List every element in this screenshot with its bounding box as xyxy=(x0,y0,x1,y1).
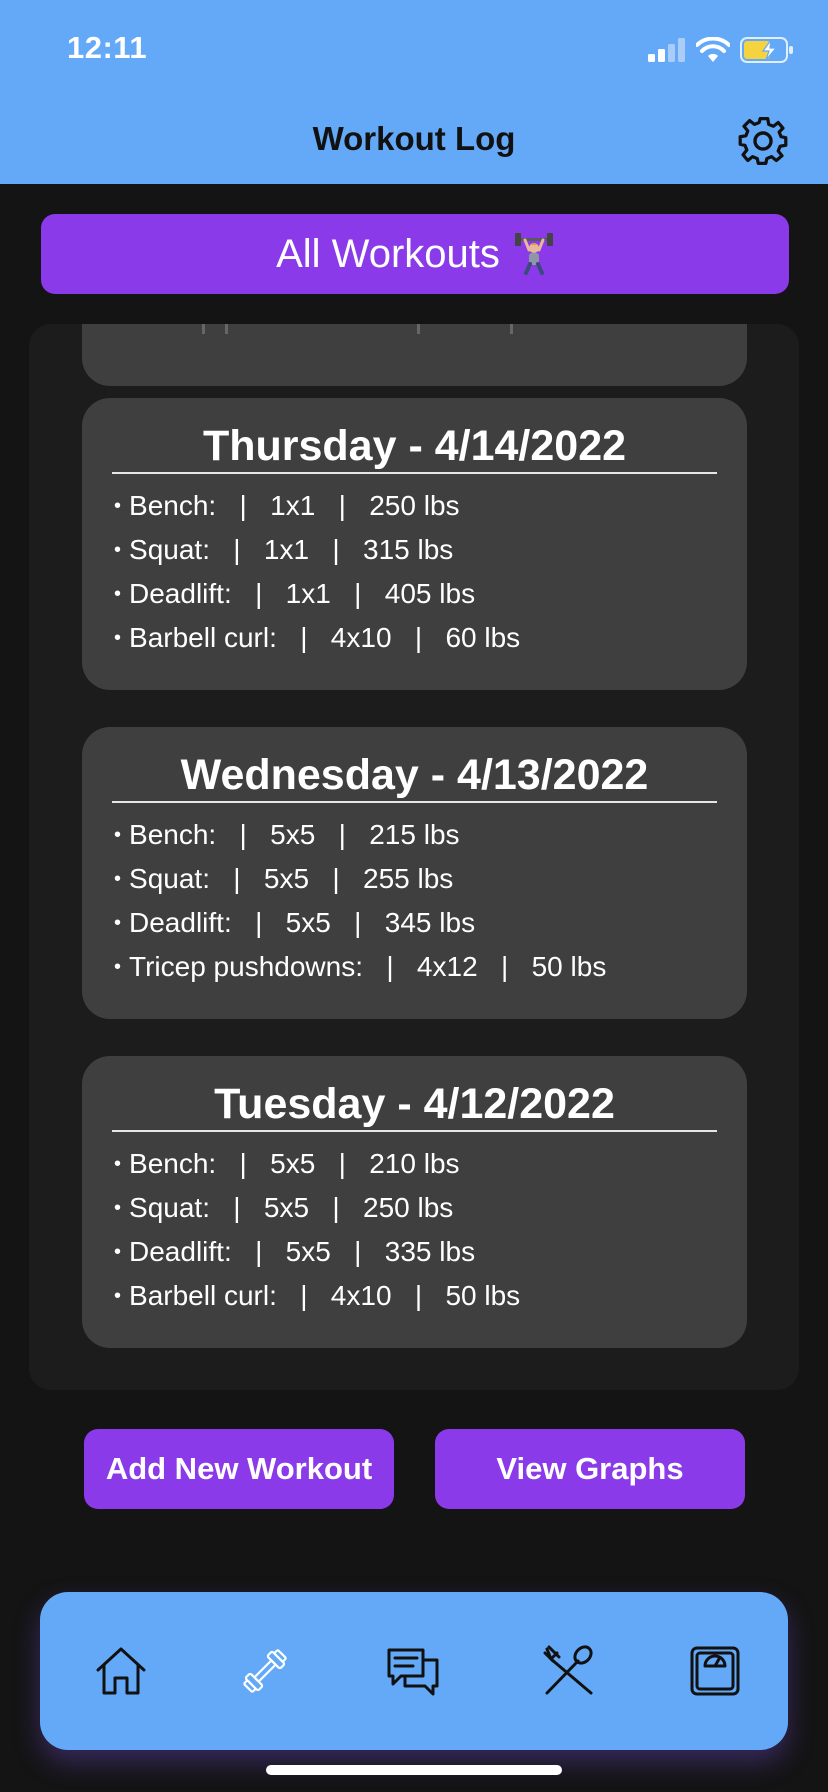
workout-log-screen: 12:11 Workout Log All Workouts Thursday … xyxy=(0,0,828,1792)
status-icons xyxy=(648,34,794,66)
date-divider xyxy=(112,1130,717,1132)
bullet: • xyxy=(114,912,122,934)
bullet: • xyxy=(114,868,122,890)
exercise-text: Tricep pushdowns: | 4x12 | 50 lbs xyxy=(129,951,607,982)
bullet: • xyxy=(114,1153,122,1175)
exercise-text: Bench: | 1x1 | 250 lbs xyxy=(129,490,460,521)
workout-card[interactable]: Wednesday - 4/13/2022 • Bench: | 5x5 | 21… xyxy=(82,727,747,1019)
exercise-item: • Barbell curl: | 4x10 | 50 lbs xyxy=(114,1274,520,1318)
home-indicator[interactable] xyxy=(266,1765,562,1775)
workout-card[interactable]: Thursday - 4/14/2022 • Bench: | 1x1 | 250… xyxy=(82,398,747,690)
bullet: • xyxy=(114,583,122,605)
exercise-item: • Squat: | 5x5 | 250 lbs xyxy=(114,1186,520,1230)
battery-icon xyxy=(740,37,793,63)
nav-nutrition[interactable] xyxy=(534,1636,604,1706)
nav-weight[interactable] xyxy=(680,1636,750,1706)
workout-card-partial xyxy=(82,324,747,386)
exercise-text: Barbell curl: | 4x10 | 60 lbs xyxy=(129,622,521,653)
page-title: Workout Log xyxy=(312,120,516,157)
bullet: • xyxy=(114,956,122,978)
weightlifter-icon xyxy=(514,233,553,275)
bullet: • xyxy=(114,627,122,649)
bottom-nav xyxy=(40,1592,788,1750)
exercise-item: • Bench: | 1x1 | 250 lbs xyxy=(114,484,520,528)
exercise-item: • Barbell curl: | 4x10 | 60 lbs xyxy=(114,616,520,660)
exercise-item: • Deadlift: | 1x1 | 405 lbs xyxy=(114,572,520,616)
bullet: • xyxy=(114,495,122,517)
workout-list[interactable]: Thursday - 4/14/2022 • Bench: | 1x1 | 250… xyxy=(29,324,799,1390)
workout-date: Thursday - 4/14/2022 xyxy=(202,422,627,470)
bullet: • xyxy=(114,1197,122,1219)
date-divider xyxy=(112,472,717,474)
signal-icon xyxy=(648,38,685,62)
exercise-text: Squat: | 1x1 | 315 lbs xyxy=(129,534,454,565)
exercise-text: Bench: | 5x5 | 210 lbs xyxy=(129,1148,460,1179)
exercise-item: • Deadlift: | 5x5 | 335 lbs xyxy=(114,1230,520,1274)
bullet: • xyxy=(114,1285,122,1307)
exercise-text: Deadlift: | 1x1 | 405 lbs xyxy=(129,578,476,609)
exercise-item: • Bench: | 5x5 | 210 lbs xyxy=(114,1142,520,1186)
exercise-text: Bench: | 5x5 | 215 lbs xyxy=(129,819,460,850)
exercise-item: • Deadlift: | 5x5 | 345 lbs xyxy=(114,901,606,945)
exercise-list: • Bench: | 5x5 | 215 lbs • Squat: | 5x5 | … xyxy=(114,813,606,989)
bullet: • xyxy=(114,824,122,846)
wifi-icon xyxy=(696,37,730,62)
exercise-text: Deadlift: | 5x5 | 345 lbs xyxy=(129,907,476,938)
partial-card-content xyxy=(82,324,747,338)
exercise-list: • Bench: | 5x5 | 210 lbs • Squat: | 5x5 | … xyxy=(114,1142,520,1318)
add-new-workout-button[interactable]: Add New Workout xyxy=(84,1429,394,1509)
all-workouts-banner: All Workouts xyxy=(41,214,789,294)
chat-icon xyxy=(387,1648,439,1696)
exercise-item: • Squat: | 5x5 | 255 lbs xyxy=(114,857,606,901)
nav-home[interactable] xyxy=(86,1636,156,1706)
exercise-text: Squat: | 5x5 | 255 lbs xyxy=(129,863,454,894)
exercise-text: Barbell curl: | 4x10 | 50 lbs xyxy=(129,1280,521,1311)
bullet: • xyxy=(114,1241,122,1263)
view-graphs-button[interactable]: View Graphs xyxy=(435,1429,745,1509)
nav-chat[interactable] xyxy=(378,1636,448,1706)
date-divider xyxy=(112,801,717,803)
scale-icon xyxy=(690,1646,740,1696)
status-time: 12:11 xyxy=(67,30,148,65)
exercise-item: • Squat: | 1x1 | 315 lbs xyxy=(114,528,520,572)
workout-date: Wednesday - 4/13/2022 xyxy=(180,751,649,799)
nav-workouts[interactable] xyxy=(230,1636,300,1706)
exercise-item: • Bench: | 5x5 | 215 lbs xyxy=(114,813,606,857)
workout-date: Tuesday - 4/12/2022 xyxy=(214,1080,615,1128)
bullet: • xyxy=(114,539,122,561)
gear-icon[interactable] xyxy=(736,114,790,168)
exercise-text: Deadlift: | 5x5 | 335 lbs xyxy=(129,1236,476,1267)
exercise-item: • Tricep pushdowns: | 4x12 | 50 lbs xyxy=(114,945,606,989)
exercise-text: Squat: | 5x5 | 250 lbs xyxy=(129,1192,454,1223)
header: 12:11 Workout Log xyxy=(0,0,828,184)
banner-label: All Workouts xyxy=(276,231,500,276)
workout-card[interactable]: Tuesday - 4/12/2022 • Bench: | 5x5 | 210 … xyxy=(82,1056,747,1348)
exercise-list: • Bench: | 1x1 | 250 lbs • Squat: | 1x1 | … xyxy=(114,484,520,660)
fork-spoon-icon xyxy=(543,1645,593,1695)
home-icon xyxy=(96,1647,146,1695)
dumbbell-icon xyxy=(243,1649,287,1693)
